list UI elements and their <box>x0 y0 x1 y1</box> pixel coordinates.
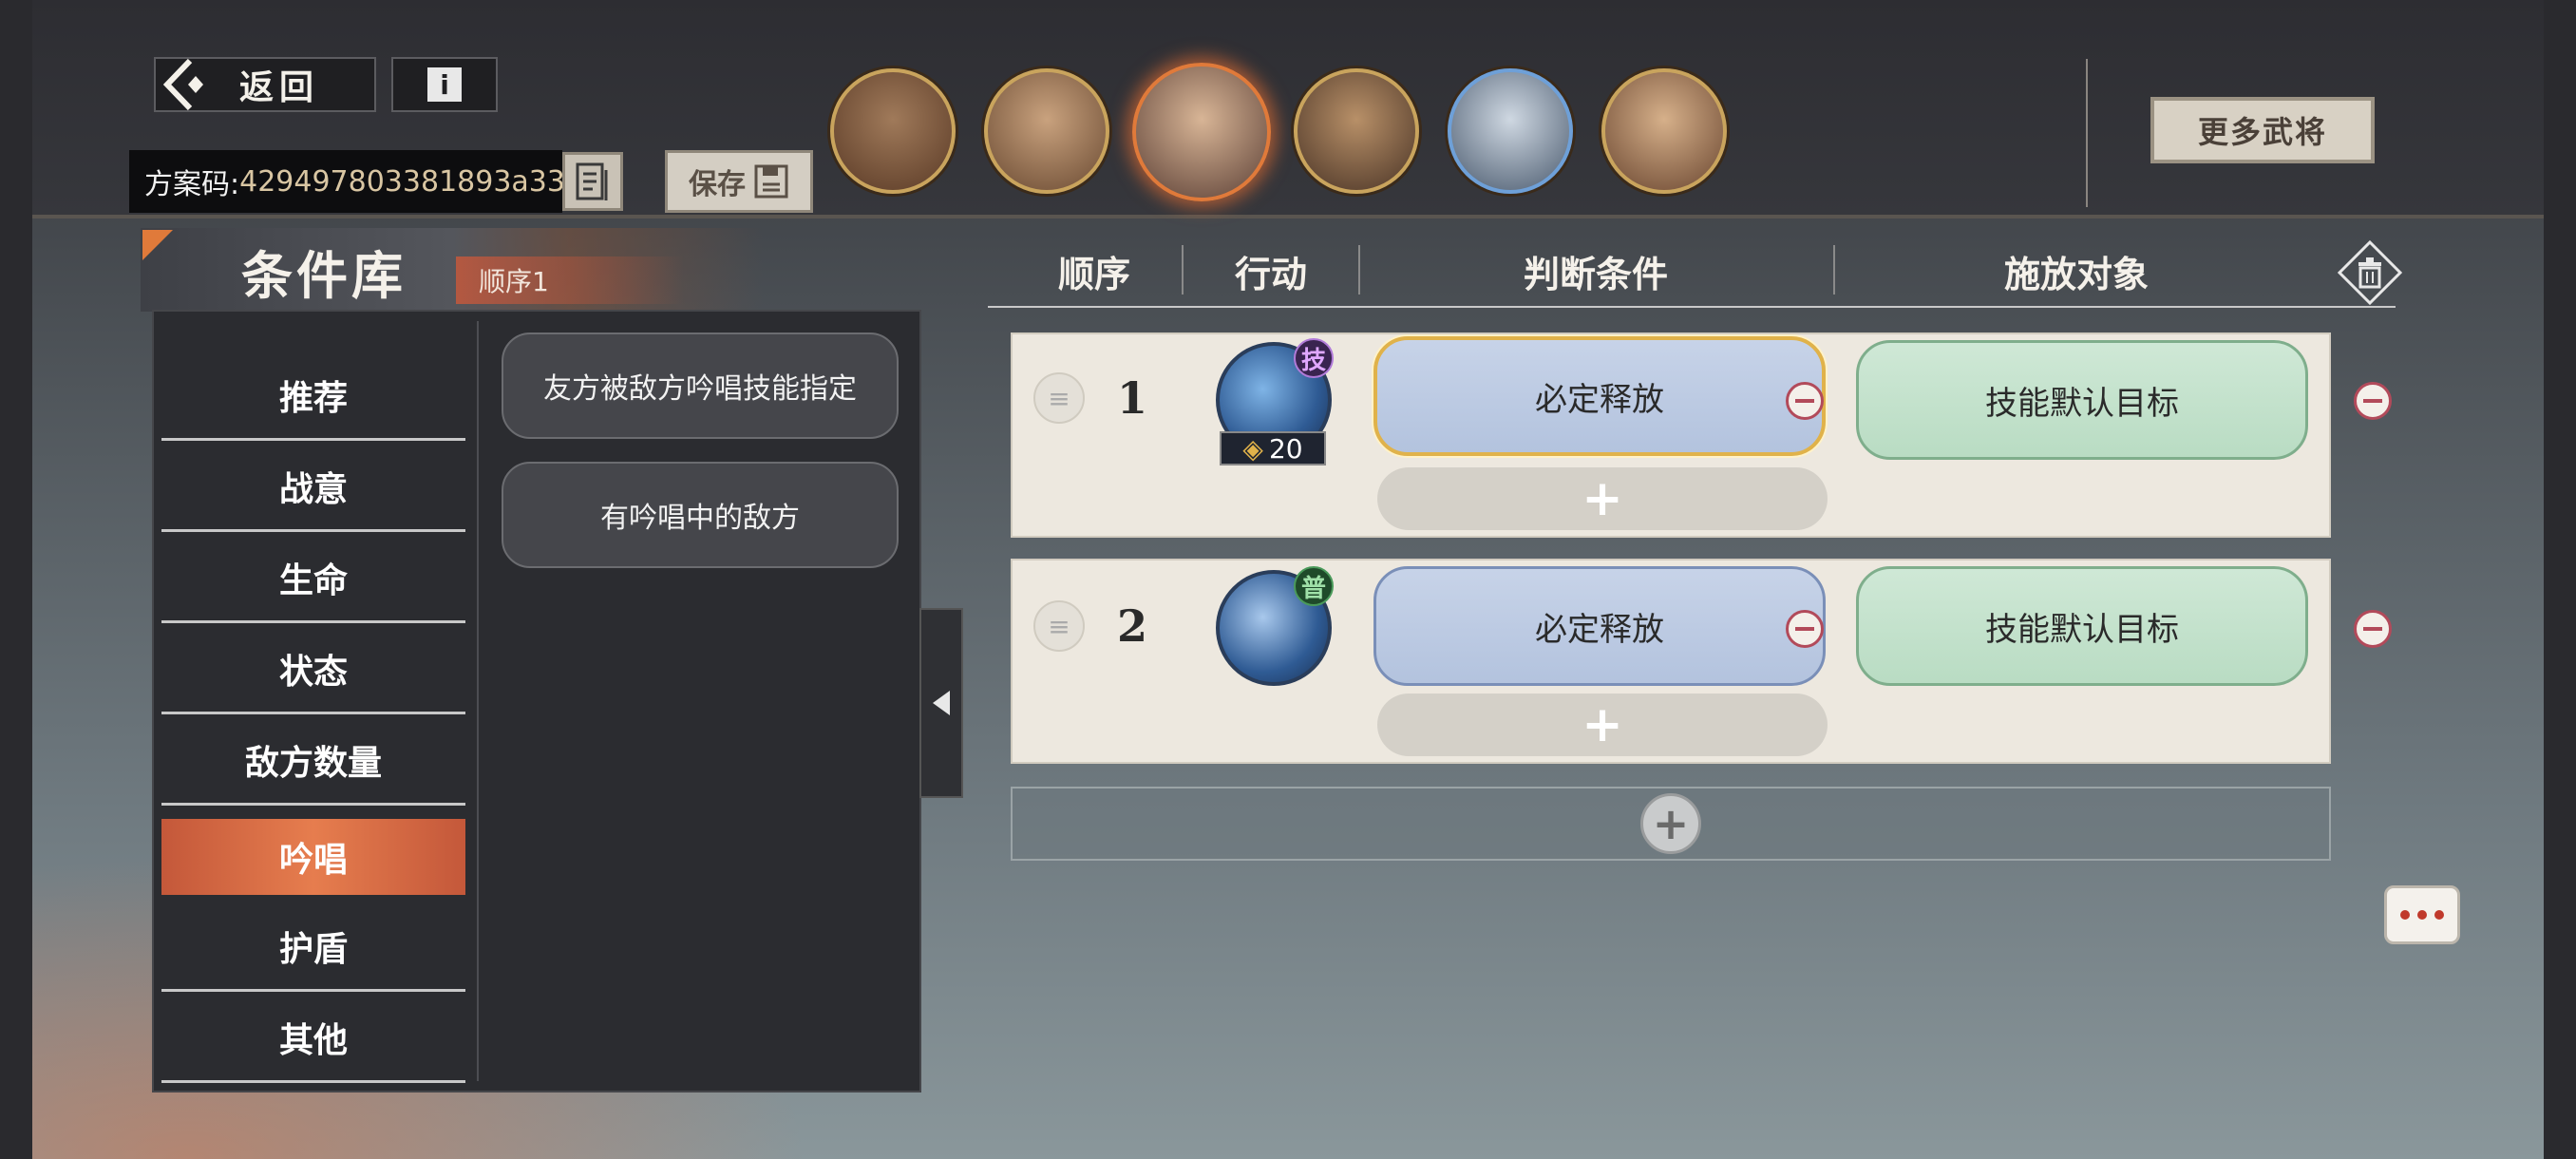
remove-row-icon[interactable] <box>2354 382 2392 420</box>
skill-cost: ◈ 20 <box>1220 431 1326 466</box>
library-column-divider <box>477 321 479 1081</box>
header-target: 施放对象 <box>2003 254 2149 295</box>
condition-option[interactable]: 友方被敌方吟唱技能指定 <box>502 332 899 439</box>
more-generals-button[interactable]: 更多武将 <box>2150 97 2375 163</box>
header-action: 行动 <box>1234 254 1307 295</box>
condition-option[interactable]: 有吟唱中的敌方 <box>502 462 899 568</box>
copy-icon <box>576 162 608 200</box>
row-order: 1 <box>1117 372 1148 424</box>
more-generals-label: 更多武将 <box>2197 114 2327 150</box>
info-button[interactable]: i <box>391 57 498 112</box>
chat-button[interactable] <box>2384 885 2460 944</box>
header-order: 顺序 <box>1057 254 1130 295</box>
skill-cost-value: 20 <box>1268 432 1303 465</box>
back-label: 返回 <box>238 68 319 107</box>
general-avatar-3-selected[interactable] <box>1132 63 1271 201</box>
condition-slot[interactable]: 必定释放 <box>1373 566 1826 686</box>
condition-slot[interactable]: 必定释放 <box>1373 336 1826 456</box>
category-item[interactable]: 状态 <box>161 625 465 714</box>
category-item[interactable]: 推荐 <box>161 352 465 441</box>
back-arrow-icon <box>162 58 203 111</box>
plan-code-field: 方案码: 429497803381893a33 <box>129 150 565 213</box>
header-divider <box>1358 245 1360 294</box>
chat-dot <box>2434 910 2444 920</box>
drag-handle-icon[interactable]: ≡ <box>1033 372 1085 424</box>
header-underline <box>988 306 2396 308</box>
category-item[interactable]: 战意 <box>161 443 465 532</box>
save-button[interactable]: 保存 <box>665 150 813 213</box>
header-divider <box>2086 59 2088 207</box>
library-corner-accent <box>142 230 173 260</box>
header-divider <box>1833 245 1835 294</box>
plan-code-label: 方案码: <box>144 168 240 201</box>
drag-handle-icon[interactable]: ≡ <box>1033 600 1085 652</box>
general-avatar-4[interactable] <box>1294 68 1419 194</box>
target-slot[interactable]: 技能默认目标 <box>1856 340 2308 460</box>
general-avatar-1[interactable] <box>830 68 956 194</box>
library-order-tag: 顺序1 <box>456 256 684 304</box>
add-condition-button[interactable]: + <box>1377 467 1828 530</box>
remove-condition-icon[interactable] <box>1786 382 1824 420</box>
chat-dot <box>2417 910 2427 920</box>
category-item[interactable]: 护盾 <box>161 902 465 992</box>
collapse-library-button[interactable] <box>919 608 963 798</box>
chat-dot <box>2400 910 2410 920</box>
energy-icon: ◈ <box>1242 432 1263 465</box>
remove-condition-icon[interactable] <box>1786 610 1824 648</box>
save-icon <box>754 164 788 199</box>
category-item[interactable]: 敌方数量 <box>161 716 465 806</box>
right-frame <box>2544 0 2576 1159</box>
category-item[interactable]: 生命 <box>161 534 465 623</box>
info-icon: i <box>427 67 462 102</box>
add-condition-button[interactable]: + <box>1377 694 1828 756</box>
skill-type-badge: 普 <box>1294 566 1334 606</box>
trash-icon <box>2337 239 2403 306</box>
remove-row-icon[interactable] <box>2354 610 2392 648</box>
chevron-left-icon <box>933 691 950 715</box>
row-order: 2 <box>1117 600 1148 652</box>
plan-code-value: 429497803381893a33 <box>239 164 565 199</box>
copy-code-button[interactable] <box>562 152 623 211</box>
add-row-bar[interactable]: + <box>1011 787 2331 861</box>
delete-all-button[interactable] <box>2337 239 2403 306</box>
category-item-active[interactable]: 吟唱 <box>161 819 465 895</box>
header-divider <box>1182 245 1184 294</box>
category-list-scroll-top <box>161 314 465 329</box>
general-avatar-2[interactable] <box>984 68 1109 194</box>
general-avatar-5[interactable] <box>1448 68 1573 194</box>
category-item[interactable]: 其他 <box>161 994 465 1083</box>
skill-type-badge: 技 <box>1294 338 1334 378</box>
left-frame <box>0 0 32 1159</box>
header-condition: 判断条件 <box>1523 254 1668 295</box>
library-title: 条件库 <box>241 246 407 306</box>
info-label: i <box>440 68 449 101</box>
general-avatar-6[interactable] <box>1601 68 1727 194</box>
save-label: 保存 <box>689 168 746 201</box>
target-slot[interactable]: 技能默认目标 <box>1856 566 2308 686</box>
plus-icon: + <box>1640 793 1701 854</box>
